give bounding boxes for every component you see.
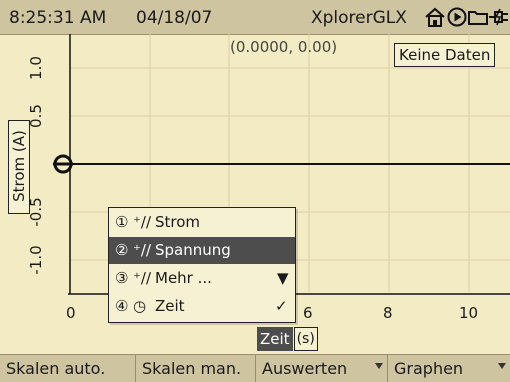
softkey-label: Skalen auto. bbox=[6, 359, 106, 378]
dropdown-arrow-icon bbox=[498, 363, 506, 369]
y-axis-label: Strom (A) bbox=[10, 130, 28, 202]
menu-item-label: Spannung bbox=[155, 241, 231, 259]
series-dropdown-menu: ① ⁺∕∕ Strom ② ⁺∕∕ Spannung ③ ⁺∕∕ Mehr ..… bbox=[108, 207, 296, 323]
sensor-wave-icon: ⁺∕∕ bbox=[133, 241, 152, 259]
softkey-skalen-auto[interactable]: Skalen auto. bbox=[0, 355, 136, 382]
x-axis-selector[interactable]: Zeit (s) bbox=[257, 327, 318, 351]
no-data-indicator: Keine Daten bbox=[394, 43, 496, 67]
x-axis-label: Zeit bbox=[257, 327, 293, 351]
menu-item-number: ③ bbox=[115, 269, 129, 287]
menu-item-strom[interactable]: ① ⁺∕∕ Strom bbox=[109, 209, 295, 236]
softkey-skalen-man[interactable]: Skalen man. bbox=[136, 355, 256, 382]
x-tick-label: 10 bbox=[459, 304, 479, 322]
softkey-label: Skalen man. bbox=[142, 359, 242, 378]
menu-item-label: Strom bbox=[155, 213, 201, 231]
menu-item-number: ④ bbox=[115, 297, 129, 315]
menu-item-number: ① bbox=[115, 213, 129, 231]
y-tick-label: -1.0 bbox=[27, 245, 45, 275]
cursor-marker[interactable] bbox=[53, 154, 73, 174]
clock-icon: ◷ bbox=[133, 297, 147, 315]
menu-item-spannung[interactable]: ② ⁺∕∕ Spannung bbox=[109, 237, 295, 264]
y-axis-selector[interactable]: Strom (A) bbox=[8, 120, 30, 214]
x-tick-label: 0 bbox=[66, 304, 76, 322]
x-tick-label: 6 bbox=[303, 304, 313, 322]
power-plug-icon bbox=[489, 8, 508, 26]
y-tick-label: 1.0 bbox=[27, 56, 45, 80]
dropdown-arrow-icon bbox=[375, 363, 383, 369]
status-bar: 8:25:31 AM 04/18/07 XplorerGLX bbox=[0, 0, 510, 35]
x-axis-unit: (s) bbox=[293, 327, 318, 351]
menu-item-number: ② bbox=[115, 241, 129, 259]
status-date: 04/18/07 bbox=[136, 8, 213, 28]
menu-item-mehr[interactable]: ③ ⁺∕∕ Mehr ... ▼ bbox=[109, 265, 295, 292]
menu-item-zeit[interactable]: ④ ◷ Zeit ✓ bbox=[109, 293, 295, 320]
softkey-label: Auswerten bbox=[262, 359, 348, 378]
menu-item-label: Zeit bbox=[155, 297, 185, 315]
checkmark-icon: ✓ bbox=[275, 297, 288, 315]
folder-icon[interactable] bbox=[467, 6, 489, 28]
device-title: XplorerGLX bbox=[311, 8, 407, 28]
softkey-bar: Skalen auto. Skalen man. Auswerten Graph… bbox=[0, 354, 510, 382]
sensor-wave-icon: ⁺∕∕ bbox=[133, 269, 152, 287]
coordinate-readout: (0.0000, 0.00) bbox=[230, 38, 338, 56]
x-tick-label: 8 bbox=[383, 304, 393, 322]
softkey-graphen[interactable]: Graphen bbox=[388, 355, 510, 382]
sensor-wave-icon: ⁺∕∕ bbox=[133, 213, 152, 231]
home-icon[interactable] bbox=[424, 6, 446, 28]
softkey-auswerten[interactable]: Auswerten bbox=[256, 355, 388, 382]
glx-screen: 8:25:31 AM 04/18/07 XplorerGLX 1.0 0.5 -… bbox=[0, 0, 510, 382]
submenu-arrow-icon: ▼ bbox=[277, 269, 289, 287]
play-icon[interactable] bbox=[446, 6, 468, 28]
softkey-label: Graphen bbox=[394, 359, 464, 378]
status-time: 8:25:31 AM bbox=[9, 8, 107, 28]
menu-item-label: Mehr ... bbox=[155, 269, 212, 287]
